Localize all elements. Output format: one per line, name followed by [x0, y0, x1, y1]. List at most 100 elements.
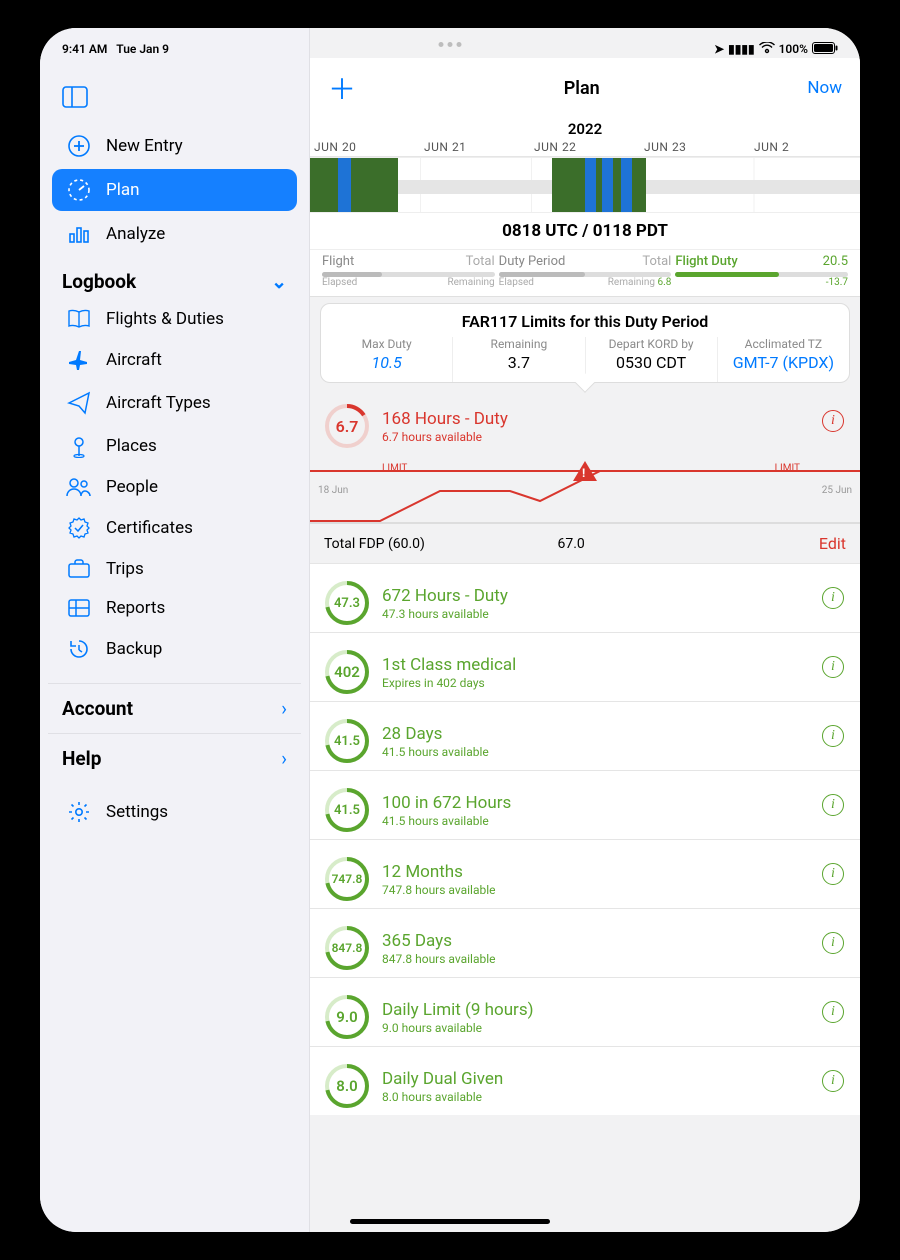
sidebar-item-label: Trips	[106, 559, 144, 579]
chevron-right-icon: ›	[281, 747, 287, 770]
wifi-icon	[759, 42, 775, 57]
sidebar-section-help[interactable]: Help ›	[48, 733, 301, 783]
fdp-value: 67.0	[558, 536, 585, 552]
sidebar-item-flights-duties[interactable]: Flights & Duties	[52, 300, 297, 338]
info-icon[interactable]: i	[822, 656, 844, 678]
sidebar-section-account[interactable]: Account ›	[48, 683, 301, 733]
sidebar-item-aircraft-types[interactable]: Aircraft Types	[52, 382, 297, 424]
sidebar-item-label: Plan	[106, 180, 140, 200]
info-icon[interactable]: i	[822, 1070, 844, 1092]
limit-title: 28 Days	[382, 724, 489, 744]
gauge-icon	[66, 178, 92, 202]
metrics-row: FlightTotal ElapsedRemaining Duty Period…	[310, 250, 860, 297]
limit-title: 168 Hours - Duty	[382, 409, 508, 429]
sidebar-item-label: Analyze	[106, 224, 165, 244]
warning-icon	[573, 461, 597, 481]
limit-row[interactable]: 41.5 28 Days41.5 hours available i	[310, 701, 860, 770]
info-icon[interactable]: i	[822, 587, 844, 609]
utc-time-bar: 0818 UTC / 0118 PDT	[310, 212, 860, 250]
multitask-dots[interactable]	[439, 42, 462, 47]
sidebar-item-label: Reports	[106, 598, 165, 618]
far117-cell: Acclimated TZGMT-7 (KPDX)	[718, 337, 849, 382]
limit-ring: 847.8	[324, 925, 370, 971]
info-icon[interactable]: i	[822, 1001, 844, 1023]
limit-row-critical[interactable]: 6.7 168 Hours - Duty 6.7 hours available…	[310, 389, 860, 453]
timeline-date[interactable]: JUN 23	[640, 138, 750, 156]
limit-row[interactable]: 4021st Class medicalExpires in 402 daysi	[310, 632, 860, 701]
info-icon[interactable]: i	[822, 932, 844, 954]
sidebar-item-label: New Entry	[106, 136, 183, 156]
far117-title: FAR117 Limits for this Duty Period	[321, 304, 849, 337]
sidebar-item-trips[interactable]: Trips	[52, 550, 297, 588]
limit-sub: Expires in 402 days	[382, 676, 516, 690]
logbook-header-label: Logbook	[62, 270, 136, 293]
timeline-track[interactable]	[310, 157, 860, 212]
book-icon	[66, 309, 92, 329]
people-icon	[66, 477, 92, 497]
status-date: Tue Jan 9	[116, 42, 169, 56]
sidebar-item-people[interactable]: People	[52, 468, 297, 506]
sidebar-item-label: Certificates	[106, 518, 193, 538]
location-icon: ➤	[714, 42, 724, 56]
info-icon[interactable]: i	[822, 725, 844, 747]
page-title: Plan	[564, 78, 600, 99]
limit-title: 100 in 672 Hours	[382, 793, 511, 813]
limit-row[interactable]: 9.0Daily Limit (9 hours)9.0 hours availa…	[310, 977, 860, 1046]
edit-button[interactable]: Edit	[819, 534, 846, 553]
limit-row[interactable]: 8.0 Daily Dual Given8.0 hours available i	[310, 1046, 860, 1115]
sidebar-toggle[interactable]	[48, 78, 301, 124]
limit-title: Daily Dual Given	[382, 1069, 503, 1089]
far117-cell: Depart KORD by0530 CDT	[586, 337, 718, 382]
limit-sub: 47.3 hours available	[382, 607, 508, 621]
sidebar-item-label: Backup	[106, 639, 162, 659]
limit-ring: 41.5	[324, 718, 370, 764]
limit-ring: 8.0	[324, 1063, 370, 1109]
sidebar-item-settings[interactable]: Settings	[52, 791, 297, 833]
signal-icon: ▮▮▮▮	[728, 42, 754, 56]
fdp-label: Total FDP (60.0)	[324, 536, 425, 552]
sidebar-item-plan[interactable]: Plan	[52, 169, 297, 211]
limit-ring: 47.3	[324, 580, 370, 626]
limit-title: Daily Limit (9 hours)	[382, 1000, 534, 1020]
limit-sub: 747.8 hours available	[382, 883, 496, 897]
sidebar-item-label: Aircraft	[106, 350, 162, 370]
sidebar-section-logbook[interactable]: Logbook ⌄	[48, 256, 301, 299]
sidebar-item-aircraft[interactable]: Aircraft	[52, 339, 297, 381]
limit-sub: 8.0 hours available	[382, 1090, 503, 1104]
battery-icon	[812, 42, 838, 57]
timeline-date[interactable]: JUN 21	[420, 138, 530, 156]
limit-row[interactable]: 41.5100 in 672 Hours41.5 hours available…	[310, 770, 860, 839]
info-icon[interactable]: i	[822, 794, 844, 816]
info-icon[interactable]: i	[822, 863, 844, 885]
sidebar-item-backup[interactable]: Backup	[52, 628, 297, 670]
now-button[interactable]: Now	[807, 78, 842, 98]
timeline-date[interactable]: JUN 20	[310, 138, 420, 156]
timeline-date[interactable]: JUN 2	[750, 138, 860, 156]
sidebar-item-certificates[interactable]: Certificates	[52, 507, 297, 549]
timeline-date[interactable]: JUN 22	[530, 138, 640, 156]
limit-row[interactable]: 747.812 Months747.8 hours availablei	[310, 839, 860, 908]
limit-sub: 41.5 hours available	[382, 745, 489, 759]
sidebar-item-analyze[interactable]: Analyze	[52, 213, 297, 255]
suitcase-icon	[66, 559, 92, 579]
timeline[interactable]: 2022 JUN 20JUN 21JUN 22JUN 23JUN 2 0818 …	[310, 118, 860, 250]
main-header: ＋ Plan Now	[310, 58, 860, 118]
limit-row[interactable]: 847.8365 Days847.8 hours availablei	[310, 908, 860, 977]
sidebar-item-label: Flights & Duties	[106, 309, 224, 329]
metric-duty: Duty PeriodTotal ElapsedRemaining 6.8	[499, 254, 672, 288]
backup-icon	[66, 637, 92, 661]
sidebar-item-new-entry[interactable]: New Entry	[52, 125, 297, 167]
limit-row[interactable]: 47.3 672 Hours - Duty47.3 hours available…	[310, 563, 860, 632]
limit-title: 672 Hours - Duty	[382, 586, 508, 606]
sidebar-item-places[interactable]: Places	[52, 425, 297, 467]
plus-circle-icon	[66, 134, 92, 158]
fdp-bar: Total FDP (60.0) 67.0 Edit	[310, 524, 860, 563]
limit-ring: 747.8	[324, 856, 370, 902]
info-icon[interactable]: i	[822, 410, 844, 432]
chevron-down-icon: ⌄	[271, 270, 287, 293]
account-header-label: Account	[62, 697, 133, 720]
add-button[interactable]: ＋	[328, 68, 356, 108]
sidebar-item-reports[interactable]: Reports	[52, 589, 297, 627]
home-indicator[interactable]	[350, 1219, 550, 1224]
bars-icon	[66, 222, 92, 246]
